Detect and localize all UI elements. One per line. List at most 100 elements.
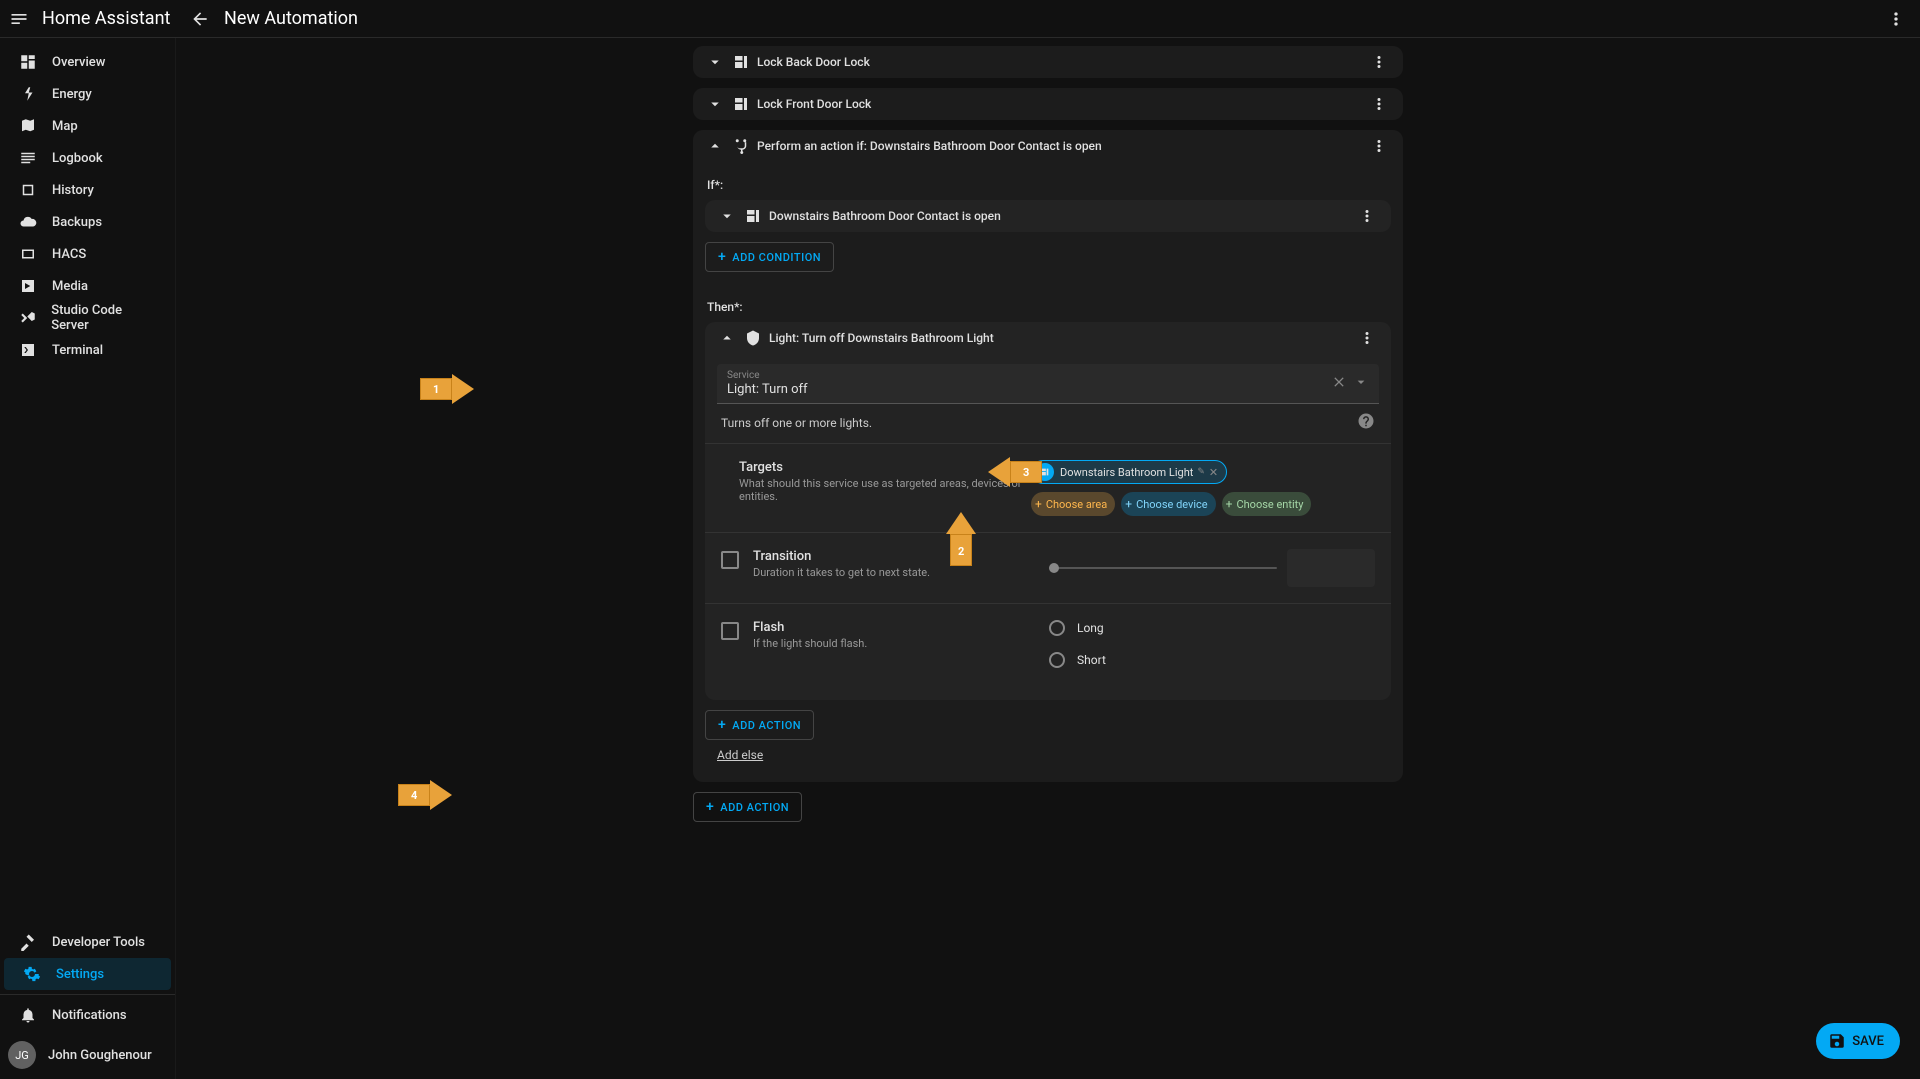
map-icon [16, 117, 40, 135]
card-more-button[interactable] [1367, 95, 1391, 113]
card-more-button[interactable] [1355, 329, 1379, 347]
card-header[interactable]: Lock Front Door Lock [693, 88, 1403, 120]
sidebar-item-energy[interactable]: Energy [0, 78, 175, 110]
flash-checkbox[interactable] [721, 622, 739, 640]
transition-title: Transition [753, 549, 930, 564]
sidebar-item-studio[interactable]: Studio Code Server [0, 302, 175, 334]
condition-card: Downstairs Bathroom Door Contact is open [705, 200, 1391, 232]
history-icon [16, 181, 40, 199]
sidebar-item-hacs[interactable]: HACS [0, 238, 175, 270]
card-more-button[interactable] [1355, 207, 1379, 225]
add-else-link[interactable]: Add else [717, 748, 763, 762]
avatar: JG [8, 1041, 36, 1069]
menu-toggle-button[interactable] [0, 9, 38, 29]
service-field-value: Light: Turn off [727, 382, 1331, 397]
plus-icon: + [1226, 497, 1233, 511]
flash-long-radio[interactable]: Long [1049, 620, 1375, 636]
sidebar-item-media[interactable]: Media [0, 270, 175, 302]
card-title: Perform an action if: Downstairs Bathroo… [757, 139, 1367, 153]
selected-device-chip[interactable]: Downstairs Bathroom Light ✎ ✕ [1031, 460, 1227, 484]
hammer-icon [16, 933, 40, 951]
sidebar-item-label: Energy [52, 87, 92, 102]
sidebar-item-label: Logbook [52, 151, 103, 166]
user-profile[interactable]: JG John Goughenour [0, 1031, 175, 1079]
device-chip-icon [1036, 463, 1054, 481]
card-header[interactable]: Perform an action if: Downstairs Bathroo… [693, 130, 1403, 162]
sidebar-item-logbook[interactable]: Logbook [0, 142, 175, 174]
dashboard-icon [16, 53, 40, 71]
sidebar-item-label: Studio Code Server [51, 303, 159, 333]
sidebar-item-label: Notifications [52, 1008, 127, 1023]
sidebar-item-label: Terminal [52, 343, 103, 358]
back-button[interactable] [176, 9, 224, 29]
device-icon [729, 53, 753, 71]
logbook-icon [16, 149, 40, 167]
vscode-icon [16, 309, 39, 327]
card-header[interactable]: Downstairs Bathroom Door Contact is open [705, 200, 1391, 232]
clear-service-button[interactable] [1331, 374, 1347, 394]
save-button[interactable]: SAVE [1816, 1023, 1900, 1059]
sidebar-item-label: History [52, 183, 94, 198]
card-title: Lock Back Door Lock [757, 55, 1367, 69]
card-title: Lock Front Door Lock [757, 97, 1367, 111]
card-header[interactable]: Lock Back Door Lock [693, 46, 1403, 78]
targets-block: Targets What should this service use as … [705, 443, 1391, 532]
chevron-down-icon [705, 53, 725, 71]
annotation-4: 4 [411, 789, 417, 802]
transition-slider[interactable] [1049, 567, 1277, 569]
main-content: Lock Back Door Lock Lock Front Door Lock… [176, 38, 1920, 1079]
service-description: Turns off one or more lights. [721, 416, 872, 430]
terminal-icon [16, 341, 40, 359]
light-action-card: Light: Turn off Downstairs Bathroom Ligh… [705, 322, 1391, 700]
sidebar-item-devtools[interactable]: Developer Tools [0, 926, 175, 958]
choose-entity-button[interactable]: +Choose entity [1222, 492, 1312, 516]
flash-sub: If the light should flash. [753, 637, 867, 650]
app-title: Home Assistant [38, 8, 176, 29]
sidebar-item-label: Developer Tools [52, 935, 145, 950]
sidebar-item-label: Settings [56, 967, 104, 982]
card-header[interactable]: Light: Turn off Downstairs Bathroom Ligh… [705, 322, 1391, 354]
transition-value-input[interactable] [1287, 549, 1375, 587]
transition-sub: Duration it takes to get to next state. [753, 566, 930, 579]
choose-area-button[interactable]: +Choose area [1031, 492, 1115, 516]
sidebar-item-label: Map [52, 119, 78, 134]
add-inner-action-button[interactable]: +ADD ACTION [705, 710, 814, 740]
choose-device-button[interactable]: +Choose device [1121, 492, 1215, 516]
sidebar-item-terminal[interactable]: Terminal [0, 334, 175, 366]
plus-icon: + [706, 799, 714, 815]
flash-block: Flash If the light should flash. Long Sh… [705, 603, 1391, 700]
sidebar-item-history[interactable]: History [0, 174, 175, 206]
chevron-up-icon [705, 137, 725, 155]
targets-sub: What should this service use as targeted… [739, 477, 1031, 503]
page-more-button[interactable] [1872, 9, 1920, 29]
add-action-button[interactable]: +ADD ACTION [693, 792, 802, 822]
service-icon [741, 329, 765, 347]
chevron-down-icon [717, 207, 737, 225]
help-icon[interactable] [1357, 412, 1375, 433]
card-more-button[interactable] [1367, 137, 1391, 155]
transition-checkbox[interactable] [721, 551, 739, 569]
sidebar-item-map[interactable]: Map [0, 110, 175, 142]
plus-icon: + [1035, 497, 1042, 511]
card-more-button[interactable] [1367, 53, 1391, 71]
card-title: Downstairs Bathroom Door Contact is open [769, 209, 1355, 223]
dropdown-icon[interactable] [1353, 374, 1369, 394]
sidebar-item-settings[interactable]: Settings [4, 958, 171, 990]
plus-icon: + [1125, 497, 1132, 511]
card-title: Light: Turn off Downstairs Bathroom Ligh… [769, 331, 1355, 345]
if-label: If*: [707, 178, 1403, 192]
save-icon [1828, 1032, 1846, 1050]
sidebar-item-overview[interactable]: Overview [0, 46, 175, 78]
edit-chip-icon[interactable]: ✎ [1197, 467, 1205, 477]
sidebar: Overview Energy Map Logbook History Back… [0, 38, 176, 1079]
sidebar-item-notifications[interactable]: Notifications [0, 999, 175, 1031]
remove-chip-icon[interactable]: ✕ [1209, 466, 1218, 479]
sidebar-item-backups[interactable]: Backups [0, 206, 175, 238]
service-select[interactable]: Service Light: Turn off [717, 364, 1379, 404]
add-condition-button[interactable]: +ADD CONDITION [705, 242, 834, 272]
action-lock-front: Lock Front Door Lock [693, 88, 1403, 120]
chevron-down-icon [705, 95, 725, 113]
device-icon [741, 207, 765, 225]
flash-short-radio[interactable]: Short [1049, 652, 1375, 668]
flash-title: Flash [753, 620, 867, 635]
